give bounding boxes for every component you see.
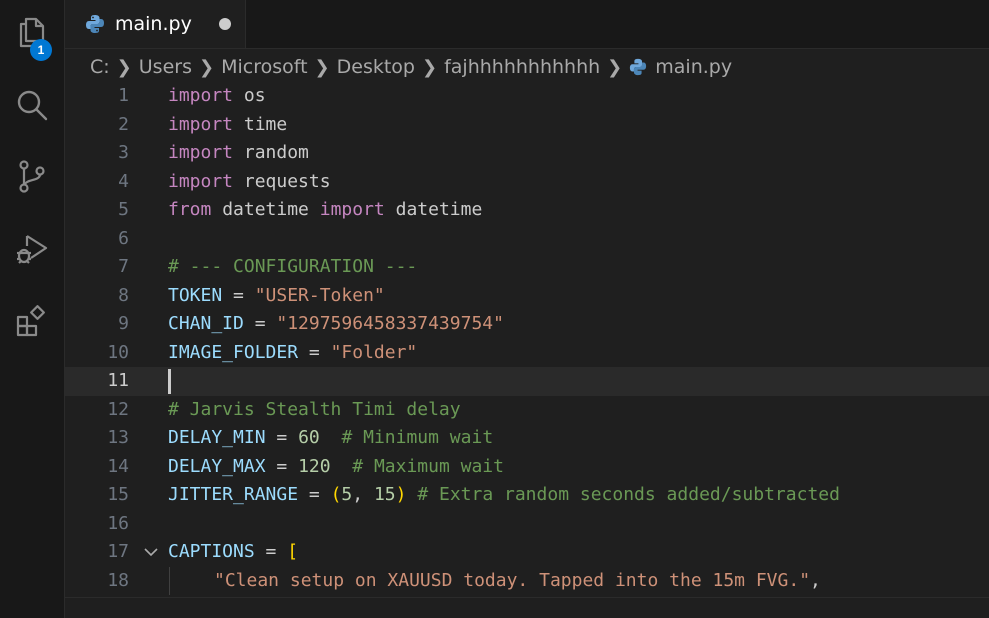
line-number: 15	[107, 484, 129, 505]
code-text: DELAY_MAX = 120 # Maximum wait	[168, 455, 504, 477]
code-line[interactable]: 12 # Jarvis Stealth Timi delay	[65, 396, 989, 425]
code-text: from datetime import datetime	[168, 199, 483, 220]
code-line[interactable]: 18 "Clean setup on XAUUSD today. Tapped i…	[65, 566, 989, 595]
line-number: 18	[107, 569, 129, 591]
breadcrumb-drive[interactable]: C:	[90, 56, 110, 78]
line-number: 3	[118, 142, 129, 163]
line-number: 9	[118, 313, 129, 334]
breadcrumb-folder[interactable]: fajhhhhhhhhhhh	[444, 56, 600, 78]
line-number: 2	[118, 113, 129, 135]
code-line[interactable]: 1 import os	[65, 82, 989, 111]
line-number: 7	[118, 256, 129, 277]
code-line[interactable]: 9 CHAN_ID = "1297596458337439754"	[65, 310, 989, 339]
line-number: 16	[107, 512, 129, 534]
code-editor[interactable]: 1 import os 2 import time 3 import random 4 imp…	[65, 82, 989, 597]
activity-bar: 1	[0, 0, 65, 618]
editor-bottom-border	[65, 597, 989, 598]
code-line[interactable]: 16	[65, 510, 989, 539]
code-text: import random	[168, 142, 309, 163]
source-control-button[interactable]	[0, 149, 64, 203]
run-debug-icon	[17, 235, 48, 264]
code-text: IMAGE_FOLDER = "Folder"	[168, 341, 418, 363]
line-number: 11	[107, 370, 129, 391]
code-line[interactable]: 6	[65, 225, 989, 254]
run-debug-button[interactable]	[0, 222, 64, 276]
breadcrumb-users[interactable]: Users	[139, 56, 192, 78]
line-number: 4	[118, 170, 129, 192]
line-number: 5	[118, 199, 129, 220]
breadcrumb: C: ❯ Users ❯ Microsoft ❯ Desktop ❯ fajhh…	[90, 50, 732, 84]
code-text: import os	[168, 85, 266, 106]
code-line[interactable]: 17 CAPTIONS = [	[65, 538, 989, 567]
code-line[interactable]: 11	[65, 367, 989, 396]
line-number: 14	[107, 455, 129, 477]
code-line[interactable]: 8 TOKEN = "USER-Token"	[65, 282, 989, 311]
extensions-button[interactable]	[0, 294, 64, 348]
line-number: 10	[107, 341, 129, 363]
code-text: CAPTIONS = [	[168, 541, 299, 562]
text-cursor	[168, 369, 171, 394]
code-text: import requests	[168, 170, 331, 192]
fold-chevron-down-icon[interactable]	[143, 544, 159, 560]
code-text: TOKEN = "USER-Token"	[168, 284, 385, 306]
source-control-icon	[19, 160, 45, 193]
code-line[interactable]: 4 import requests	[65, 168, 989, 197]
code-line[interactable]: 2 import time	[65, 111, 989, 140]
python-file-icon	[86, 15, 104, 33]
line-number: 8	[118, 284, 129, 306]
line-number: 17	[107, 541, 129, 562]
code-line[interactable]: 5 from datetime import datetime	[65, 196, 989, 225]
tab-bar: main.py	[65, 0, 989, 49]
line-number: 12	[107, 398, 129, 420]
search-icon	[17, 90, 48, 121]
explorer-badge: 1	[30, 39, 52, 61]
line-number: 13	[107, 427, 129, 448]
code-text: # Jarvis Stealth Timi delay	[168, 398, 461, 420]
code-line[interactable]: 15 JITTER_RANGE = (5, 15) # Extra random …	[65, 481, 989, 510]
code-line[interactable]: 10 IMAGE_FOLDER = "Folder"	[65, 339, 989, 368]
code-text: import time	[168, 113, 288, 135]
code-text: "Clean setup on XAUUSD today. Tapped int…	[214, 569, 821, 591]
code-text: CHAN_ID = "1297596458337439754"	[168, 313, 504, 334]
line-number: 1	[118, 85, 129, 106]
code-line[interactable]: 14 DELAY_MAX = 120 # Maximum wait	[65, 453, 989, 482]
tab-main-py[interactable]: main.py	[65, 0, 246, 48]
chevron-right-icon: ❯	[422, 56, 438, 78]
chevron-right-icon: ❯	[116, 56, 132, 78]
code-text: # --- CONFIGURATION ---	[168, 256, 418, 277]
code-line[interactable]: 3 import random	[65, 139, 989, 168]
chevron-right-icon: ❯	[314, 56, 330, 78]
chevron-right-icon: ❯	[607, 56, 623, 78]
code-line[interactable]: 13 DELAY_MIN = 60 # Minimum wait	[65, 424, 989, 453]
explorer-button[interactable]: 1	[0, 5, 64, 61]
breadcrumb-file[interactable]: main.py	[655, 56, 732, 78]
line-number: 6	[118, 227, 129, 249]
code-line[interactable]: 7 # --- CONFIGURATION ---	[65, 253, 989, 282]
unsaved-dot-icon[interactable]	[219, 18, 231, 30]
chevron-right-icon: ❯	[198, 56, 215, 78]
code-text: DELAY_MIN = 60 # Minimum wait	[168, 427, 494, 448]
tab-label: main.py	[115, 13, 192, 35]
search-button[interactable]	[0, 78, 64, 132]
breadcrumb-desktop[interactable]: Desktop	[337, 56, 415, 78]
python-file-icon	[630, 58, 647, 76]
breadcrumb-microsoft[interactable]: Microsoft	[221, 56, 307, 78]
extensions-icon	[16, 305, 45, 337]
code-text: JITTER_RANGE = (5, 15) # Extra random se…	[168, 484, 840, 505]
